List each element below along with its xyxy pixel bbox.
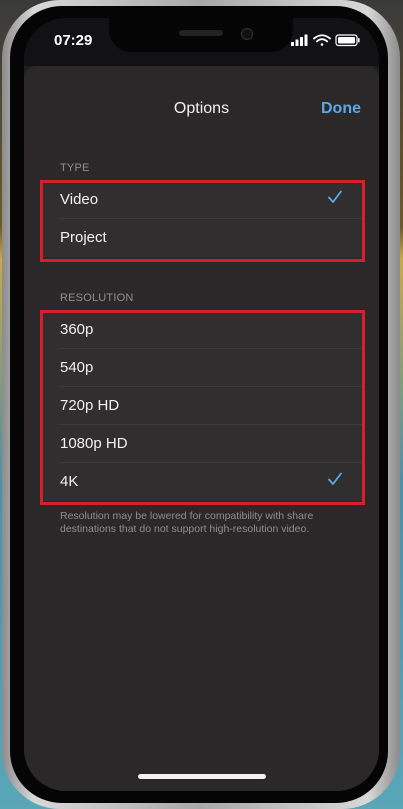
options-sheet: Options Done TYPE Video Project RESOLUTI… xyxy=(24,66,379,791)
status-time: 07:29 xyxy=(54,32,93,49)
notch xyxy=(109,18,293,52)
status-icons xyxy=(291,33,361,47)
resolution-section-header: RESOLUTION xyxy=(60,292,134,304)
type-highlight-box xyxy=(40,180,365,262)
signal-icon xyxy=(291,34,308,46)
type-section-header: TYPE xyxy=(60,162,90,174)
speaker xyxy=(179,30,223,36)
resolution-footnote: Resolution may be lowered for compatibil… xyxy=(60,510,314,535)
resolution-highlight-box xyxy=(40,310,365,505)
home-indicator xyxy=(138,774,266,779)
status-bar: 07:29 xyxy=(24,18,379,66)
front-camera xyxy=(241,28,253,40)
screen: 07:29 Options Done TYPE Video Project RE… xyxy=(24,18,379,791)
battery-icon xyxy=(335,34,360,47)
wifi-icon xyxy=(313,34,331,46)
done-button[interactable]: Done xyxy=(321,100,361,118)
